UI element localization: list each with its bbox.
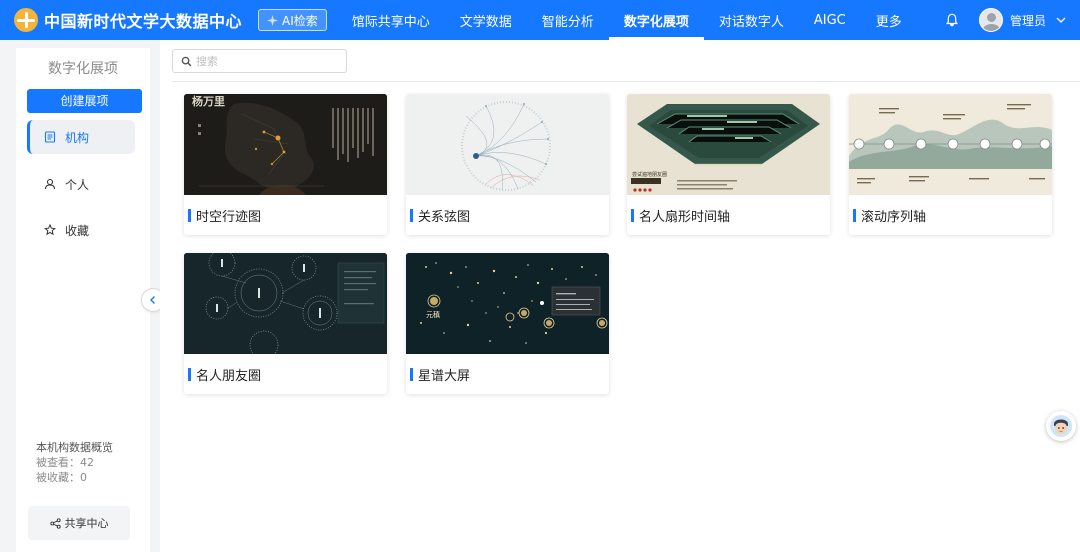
sidebar-item-label: 收藏 — [65, 223, 90, 238]
thumbnail-chord — [406, 94, 609, 195]
sidebar-item-personal[interactable]: 个人 — [27, 167, 135, 201]
sidebar-item-label: 个人 — [65, 177, 90, 192]
sidebar-item-favorites[interactable]: 收藏 — [27, 213, 135, 247]
chevron-down-icon[interactable] — [1056, 15, 1066, 25]
nav-label: 馆际共享中心 — [351, 14, 430, 30]
assistant-avatar-icon — [1050, 415, 1072, 437]
nav-item-more[interactable]: 更多 — [861, 0, 917, 40]
card-title-text: 关系弦图 — [418, 209, 471, 225]
ai-search-label: AI检索 — [282, 13, 318, 28]
exhibit-card[interactable]: 滚动序列轴 — [849, 94, 1052, 235]
sidebar-item-label: 机构 — [65, 130, 90, 145]
user-area: 管理员 — [945, 0, 1066, 40]
title-accent-bar — [188, 208, 191, 222]
main-nav: 馆际共享中心 文学数据 智能分析 数字化展项 对话数字人 AIGC 更多 — [337, 0, 917, 40]
create-exhibit-button[interactable]: 创建展项 — [27, 89, 142, 113]
thumbnail-circles — [184, 253, 387, 354]
title-accent-bar — [853, 208, 856, 222]
exhibit-card[interactable]: 元稹 星谱大屏 — [406, 253, 609, 394]
exhibit-card[interactable]: 尝试遍地朋友圈 名人扇形时间轴 — [627, 94, 830, 235]
logo-icon — [14, 8, 38, 32]
data-overview-heading: 本机构数据概览 — [36, 441, 113, 454]
share-icon — [49, 517, 61, 529]
document-icon — [44, 131, 56, 143]
card-title-text: 星谱大屏 — [418, 368, 471, 384]
sidebar: 数字化展项 创建展项 机构 个人 收藏 本机构数据概览 被查看：42 被收藏：0… — [16, 48, 150, 552]
ai-sparkle-icon — [267, 14, 279, 26]
nav-item-aigc[interactable]: AIGC — [799, 0, 861, 40]
sidebar-title: 数字化展项 — [48, 61, 118, 77]
nav-item-share-center[interactable]: 馆际共享中心 — [337, 0, 445, 40]
card-title: 星谱大屏 — [406, 354, 609, 394]
star-icon — [44, 224, 56, 236]
nav-item-smart-analysis[interactable]: 智能分析 — [527, 0, 609, 40]
thumbnail-landscape — [849, 94, 1052, 195]
logo[interactable]: 中国新时代文学大数据中心 — [14, 0, 242, 40]
thumbnail-map: 杨万里 — [184, 94, 387, 195]
card-title: 名人朋友圈 — [184, 354, 387, 394]
user-icon — [44, 178, 56, 190]
nav-item-literature-data[interactable]: 文学数据 — [445, 0, 527, 40]
chevron-left-icon — [150, 296, 155, 304]
main-content: 杨万里 时空行迹图 关系弦图 — [160, 40, 1080, 552]
nav-label: 智能分析 — [541, 14, 594, 30]
fan-heading-text: 尝试遍地朋友圈 — [632, 171, 667, 178]
share-center-label: 共享中心 — [64, 517, 109, 530]
card-title-text: 滚动序列轴 — [861, 209, 927, 225]
card-title-text: 时空行迹图 — [196, 209, 262, 225]
search-icon — [181, 56, 192, 66]
card-title-text: 名人朋友圈 — [196, 368, 262, 384]
search-input[interactable] — [196, 54, 336, 68]
thumbnail-stars: 元稹 — [406, 253, 609, 354]
map-title-text: 杨万里 — [192, 94, 225, 108]
exhibit-card[interactable]: 关系弦图 — [406, 94, 609, 235]
thumbnail-fan: 尝试遍地朋友圈 — [627, 94, 830, 195]
share-center-button[interactable]: 共享中心 — [28, 506, 130, 540]
user-avatar[interactable] — [978, 8, 1003, 32]
exhibit-card[interactable]: 杨万里 时空行迹图 — [184, 94, 387, 235]
card-title: 滚动序列轴 — [849, 195, 1052, 235]
data-overview: 本机构数据概览 被查看：42 被收藏：0 — [36, 440, 113, 485]
title-accent-bar — [410, 367, 413, 381]
nav-label: 文学数据 — [459, 14, 512, 30]
ai-search-button[interactable]: AI检索 — [258, 9, 327, 31]
assistant-avatar-button[interactable] — [1046, 411, 1076, 441]
exhibit-card[interactable]: 名人朋友圈 — [184, 253, 387, 394]
sidebar-item-institution[interactable]: 机构 — [27, 120, 135, 154]
viewed-count: 被查看：42 — [36, 456, 94, 469]
nav-item-digital-exhibits[interactable]: 数字化展项 — [608, 0, 704, 40]
nav-label: 数字化展项 — [623, 14, 689, 30]
user-name[interactable]: 管理员 — [1010, 12, 1046, 29]
card-title-text: 名人扇形时间轴 — [639, 209, 731, 225]
title-accent-bar — [410, 208, 413, 222]
bell-icon[interactable] — [945, 13, 959, 27]
divider — [172, 81, 1080, 82]
favorited-count: 被收藏：0 — [36, 471, 87, 484]
search-box[interactable] — [172, 49, 347, 73]
top-navbar: 中国新时代文学大数据中心 AI检索 馆际共享中心 文学数据 智能分析 数字化展项… — [0, 0, 1080, 40]
logo-text: 中国新时代文学大数据中心 — [44, 12, 243, 31]
nav-label: 更多 — [875, 14, 902, 30]
card-title: 时空行迹图 — [184, 195, 387, 235]
nav-item-digital-human[interactable]: 对话数字人 — [704, 0, 799, 40]
star-node-label: 元稹 — [426, 310, 440, 319]
nav-label: AIGC — [813, 12, 846, 28]
title-accent-bar — [188, 367, 191, 381]
nav-label: 对话数字人 — [718, 14, 784, 30]
card-title: 关系弦图 — [406, 195, 609, 235]
title-accent-bar — [631, 208, 634, 222]
card-title: 名人扇形时间轴 — [627, 195, 830, 235]
